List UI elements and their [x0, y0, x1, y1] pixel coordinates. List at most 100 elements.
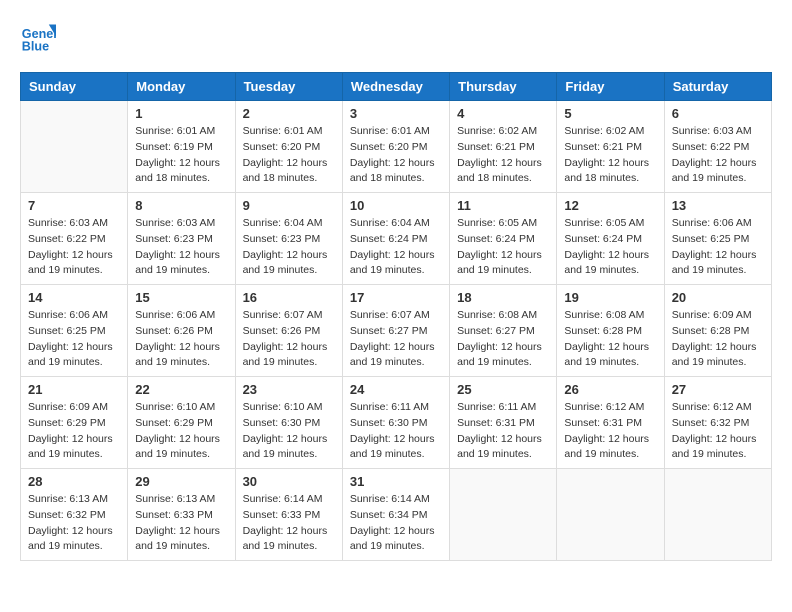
day-info: Sunrise: 6:06 AMSunset: 6:25 PMDaylight:… — [28, 308, 120, 371]
day-info: Sunrise: 6:04 AMSunset: 6:23 PMDaylight:… — [243, 216, 335, 279]
day-number: 8 — [135, 198, 227, 213]
calendar-cell: 13Sunrise: 6:06 AMSunset: 6:25 PMDayligh… — [664, 193, 771, 285]
day-info: Sunrise: 6:05 AMSunset: 6:24 PMDaylight:… — [564, 216, 656, 279]
day-number: 22 — [135, 382, 227, 397]
calendar-cell: 18 Sunrise: 6:08 AMSunset: 6:27 PMDayligh… — [450, 285, 557, 377]
calendar-cell: 8 Sunrise: 6:03 AMSunset: 6:23 PMDaylight… — [128, 193, 235, 285]
calendar-cell: 23 Sunrise: 6:10 AMSunset: 6:30 PMDayligh… — [235, 377, 342, 469]
day-info: Sunrise: 6:02 AMSunset: 6:21 PMDaylight:… — [564, 124, 656, 187]
day-info: Sunrise: 6:13 AMSunset: 6:32 PMDaylight:… — [28, 492, 120, 555]
day-number: 6 — [672, 106, 764, 121]
calendar-cell: 25 Sunrise: 6:11 AMSunset: 6:31 PMDayligh… — [450, 377, 557, 469]
day-info: Sunrise: 6:13 AMSunset: 6:33 PMDaylight:… — [135, 492, 227, 555]
day-info: Sunrise: 6:08 AMSunset: 6:28 PMDaylight:… — [564, 308, 656, 371]
day-number: 2 — [243, 106, 335, 121]
calendar-cell: 12Sunrise: 6:05 AMSunset: 6:24 PMDayligh… — [557, 193, 664, 285]
day-number: 30 — [243, 474, 335, 489]
day-number: 25 — [457, 382, 549, 397]
calendar-cell: 22 Sunrise: 6:10 AMSunset: 6:29 PMDayligh… — [128, 377, 235, 469]
day-number: 3 — [350, 106, 442, 121]
calendar-cell: 11 Sunrise: 6:05 AMSunset: 6:24 PMDayligh… — [450, 193, 557, 285]
calendar-cell: 31 Sunrise: 6:14 AMSunset: 6:34 PMDayligh… — [342, 469, 449, 561]
calendar-cell: 20 Sunrise: 6:09 AMSunset: 6:28 PMDayligh… — [664, 285, 771, 377]
logo: General Blue — [20, 20, 58, 56]
calendar-cell: 1 Sunrise: 6:01 AMSunset: 6:19 PMDaylight… — [128, 101, 235, 193]
day-number: 18 — [457, 290, 549, 305]
day-number: 19 — [564, 290, 656, 305]
day-info: Sunrise: 6:02 AMSunset: 6:21 PMDaylight:… — [457, 124, 549, 187]
day-number: 17 — [350, 290, 442, 305]
header: General Blue — [20, 20, 772, 56]
calendar: SundayMondayTuesdayWednesdayThursdayFrid… — [20, 72, 772, 561]
week-row-3: 14 Sunrise: 6:06 AMSunset: 6:25 PMDayligh… — [21, 285, 772, 377]
day-number: 7 — [28, 198, 120, 213]
day-number: 11 — [457, 198, 549, 213]
calendar-cell: 27 Sunrise: 6:12 AMSunset: 6:32 PMDayligh… — [664, 377, 771, 469]
day-number: 10 — [350, 198, 442, 213]
week-row-2: 7 Sunrise: 6:03 AMSunset: 6:22 PMDaylight… — [21, 193, 772, 285]
day-number: 13 — [672, 198, 764, 213]
header-tuesday: Tuesday — [235, 73, 342, 101]
week-row-4: 21 Sunrise: 6:09 AMSunset: 6:29 PMDayligh… — [21, 377, 772, 469]
header-saturday: Saturday — [664, 73, 771, 101]
day-info: Sunrise: 6:07 AMSunset: 6:26 PMDaylight:… — [243, 308, 335, 371]
day-number: 23 — [243, 382, 335, 397]
day-number: 1 — [135, 106, 227, 121]
day-info: Sunrise: 6:11 AMSunset: 6:30 PMDaylight:… — [350, 400, 442, 463]
day-number: 14 — [28, 290, 120, 305]
calendar-cell: 6 Sunrise: 6:03 AMSunset: 6:22 PMDaylight… — [664, 101, 771, 193]
calendar-cell: 26 Sunrise: 6:12 AMSunset: 6:31 PMDayligh… — [557, 377, 664, 469]
calendar-cell — [21, 101, 128, 193]
day-info: Sunrise: 6:03 AMSunset: 6:23 PMDaylight:… — [135, 216, 227, 279]
header-wednesday: Wednesday — [342, 73, 449, 101]
day-info: Sunrise: 6:03 AMSunset: 6:22 PMDaylight:… — [672, 124, 764, 187]
calendar-cell: 9 Sunrise: 6:04 AMSunset: 6:23 PMDaylight… — [235, 193, 342, 285]
day-number: 28 — [28, 474, 120, 489]
day-number: 5 — [564, 106, 656, 121]
calendar-cell: 5 Sunrise: 6:02 AMSunset: 6:21 PMDaylight… — [557, 101, 664, 193]
day-info: Sunrise: 6:09 AMSunset: 6:28 PMDaylight:… — [672, 308, 764, 371]
calendar-cell: 10 Sunrise: 6:04 AMSunset: 6:24 PMDayligh… — [342, 193, 449, 285]
day-info: Sunrise: 6:08 AMSunset: 6:27 PMDaylight:… — [457, 308, 549, 371]
calendar-cell: 14 Sunrise: 6:06 AMSunset: 6:25 PMDayligh… — [21, 285, 128, 377]
header-thursday: Thursday — [450, 73, 557, 101]
day-number: 16 — [243, 290, 335, 305]
day-info: Sunrise: 6:01 AMSunset: 6:19 PMDaylight:… — [135, 124, 227, 187]
calendar-cell: 17 Sunrise: 6:07 AMSunset: 6:27 PMDayligh… — [342, 285, 449, 377]
calendar-cell: 7 Sunrise: 6:03 AMSunset: 6:22 PMDaylight… — [21, 193, 128, 285]
week-row-5: 28 Sunrise: 6:13 AMSunset: 6:32 PMDayligh… — [21, 469, 772, 561]
day-info: Sunrise: 6:10 AMSunset: 6:29 PMDaylight:… — [135, 400, 227, 463]
day-number: 31 — [350, 474, 442, 489]
calendar-cell: 30 Sunrise: 6:14 AMSunset: 6:33 PMDayligh… — [235, 469, 342, 561]
calendar-cell — [450, 469, 557, 561]
day-number: 27 — [672, 382, 764, 397]
day-number: 20 — [672, 290, 764, 305]
header-monday: Monday — [128, 73, 235, 101]
day-info: Sunrise: 6:12 AMSunset: 6:32 PMDaylight:… — [672, 400, 764, 463]
day-info: Sunrise: 6:05 AMSunset: 6:24 PMDaylight:… — [457, 216, 549, 279]
day-info: Sunrise: 6:09 AMSunset: 6:29 PMDaylight:… — [28, 400, 120, 463]
day-number: 21 — [28, 382, 120, 397]
day-info: Sunrise: 6:14 AMSunset: 6:33 PMDaylight:… — [243, 492, 335, 555]
day-number: 29 — [135, 474, 227, 489]
calendar-cell: 15Sunrise: 6:06 AMSunset: 6:26 PMDayligh… — [128, 285, 235, 377]
calendar-cell: 2Sunrise: 6:01 AMSunset: 6:20 PMDaylight… — [235, 101, 342, 193]
day-info: Sunrise: 6:12 AMSunset: 6:31 PMDaylight:… — [564, 400, 656, 463]
calendar-cell: 3 Sunrise: 6:01 AMSunset: 6:20 PMDaylight… — [342, 101, 449, 193]
day-info: Sunrise: 6:01 AMSunset: 6:20 PMDaylight:… — [350, 124, 442, 187]
calendar-cell — [664, 469, 771, 561]
day-info: Sunrise: 6:03 AMSunset: 6:22 PMDaylight:… — [28, 216, 120, 279]
day-info: Sunrise: 6:14 AMSunset: 6:34 PMDaylight:… — [350, 492, 442, 555]
day-number: 15 — [135, 290, 227, 305]
calendar-cell: 24Sunrise: 6:11 AMSunset: 6:30 PMDayligh… — [342, 377, 449, 469]
day-number: 9 — [243, 198, 335, 213]
header-friday: Friday — [557, 73, 664, 101]
day-number: 26 — [564, 382, 656, 397]
day-info: Sunrise: 6:04 AMSunset: 6:24 PMDaylight:… — [350, 216, 442, 279]
day-info: Sunrise: 6:07 AMSunset: 6:27 PMDaylight:… — [350, 308, 442, 371]
header-sunday: Sunday — [21, 73, 128, 101]
week-row-1: 1 Sunrise: 6:01 AMSunset: 6:19 PMDaylight… — [21, 101, 772, 193]
day-info: Sunrise: 6:10 AMSunset: 6:30 PMDaylight:… — [243, 400, 335, 463]
calendar-cell: 21 Sunrise: 6:09 AMSunset: 6:29 PMDayligh… — [21, 377, 128, 469]
day-info: Sunrise: 6:11 AMSunset: 6:31 PMDaylight:… — [457, 400, 549, 463]
